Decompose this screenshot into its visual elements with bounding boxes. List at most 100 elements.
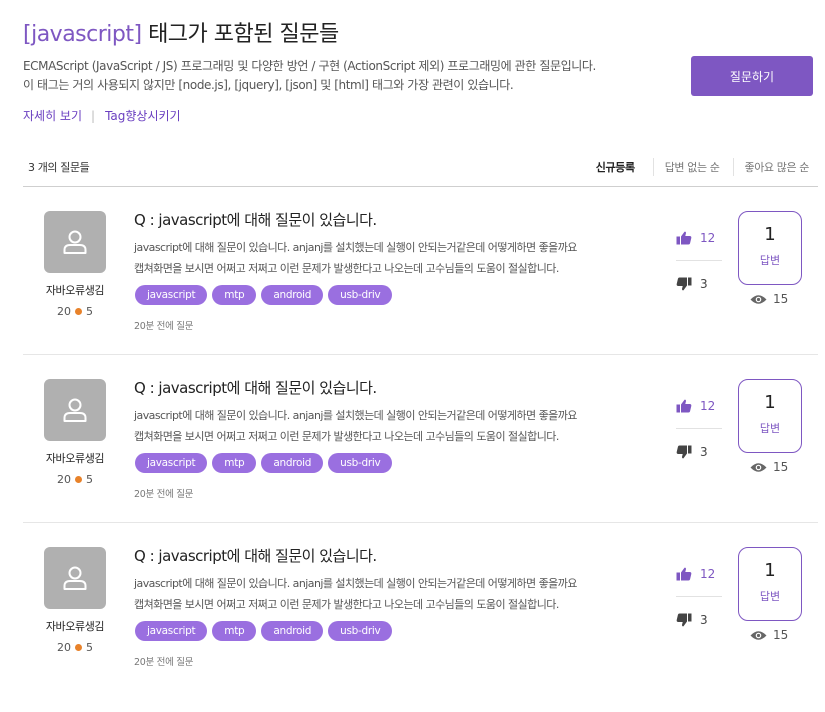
tag-chip[interactable]: javascript <box>135 621 208 641</box>
dislike-button[interactable]: 3 <box>676 609 722 631</box>
like-button[interactable]: 12 <box>676 563 722 585</box>
reputation-dot-icon <box>75 308 82 315</box>
view-details-link[interactable]: 자세히 보기 <box>23 107 82 124</box>
dislike-count: 3 <box>700 277 708 291</box>
question-excerpt: javascript에 대해 질문이 있습니다. anjanj를 설치했는데 실… <box>134 237 577 279</box>
reputation-badge-count: 5 <box>86 641 93 654</box>
page-title-text: 태그가 포함된 질문들 <box>141 22 339 47</box>
question-title[interactable]: Q : javascript에 대해 질문이 있습니다. <box>134 545 377 566</box>
vote-panel: 12 3 <box>676 395 722 463</box>
reputation-badge-count: 5 <box>86 305 93 318</box>
reputation-badge-count: 5 <box>86 473 93 486</box>
ask-question-button[interactable]: 질문하기 <box>691 56 813 96</box>
like-count: 12 <box>700 231 716 245</box>
vote-divider <box>676 260 722 261</box>
thumbs-up-icon <box>676 231 692 245</box>
answer-label: 답변 <box>759 590 781 603</box>
tag-list: javascript mtp android usb-driv <box>135 285 393 305</box>
dislike-button[interactable]: 3 <box>676 273 722 295</box>
author-name[interactable]: 자바오류생김 <box>23 450 127 466</box>
reputation-score: 20 <box>57 473 71 486</box>
dislike-count: 3 <box>700 613 708 627</box>
question-count: 3 개의 질문들 <box>28 161 90 174</box>
tag-chip[interactable]: android <box>261 621 324 641</box>
tag-chip[interactable]: usb-driv <box>328 285 393 305</box>
tag-name: [javascript] <box>23 22 142 47</box>
like-button[interactable]: 12 <box>676 395 722 417</box>
tag-chip[interactable]: javascript <box>135 285 208 305</box>
avatar[interactable] <box>44 379 106 441</box>
vote-divider <box>676 596 722 597</box>
reputation-dot-icon <box>75 476 82 483</box>
link-separator: | <box>91 108 96 123</box>
view-count-value: 15 <box>773 628 789 642</box>
tag-list: javascript mtp android usb-driv <box>135 621 393 641</box>
avatar[interactable] <box>44 211 106 273</box>
tag-chip[interactable]: mtp <box>212 453 257 473</box>
question-time: 20분 전에 질문 <box>134 657 194 668</box>
question-item: 자바오류생김 20 5 Q : javascript에 대해 질문이 있습니다. … <box>23 523 818 691</box>
question-title[interactable]: Q : javascript에 대해 질문이 있습니다. <box>134 209 377 230</box>
eye-icon <box>750 462 767 472</box>
view-count: 15 <box>750 460 788 474</box>
answer-label: 답변 <box>759 254 781 267</box>
vote-divider <box>676 428 722 429</box>
dislike-button[interactable]: 3 <box>676 441 722 463</box>
reputation-dot-icon <box>75 644 82 651</box>
avatar[interactable] <box>44 547 106 609</box>
answer-count-box[interactable]: 1 답변 <box>738 211 802 285</box>
view-count-value: 15 <box>773 292 789 306</box>
answer-label: 답변 <box>759 422 781 435</box>
like-button[interactable]: 12 <box>676 227 722 249</box>
question-title[interactable]: Q : javascript에 대해 질문이 있습니다. <box>134 377 377 398</box>
user-icon <box>63 398 87 422</box>
question-excerpt-line-2: 캡쳐화면을 보시면 어쩌고 저쩌고 이런 문제가 발생한다고 나오는데 고수님들… <box>134 430 559 443</box>
eye-icon <box>750 294 767 304</box>
sort-unanswered[interactable]: 답변 없는 순 <box>665 159 720 175</box>
thumbs-up-icon <box>676 399 692 413</box>
vote-panel: 12 3 <box>676 563 722 631</box>
question-time: 20분 전에 질문 <box>134 489 194 500</box>
question-excerpt-line-1: javascript에 대해 질문이 있습니다. anjanj를 설치했는데 실… <box>134 409 577 422</box>
like-count: 12 <box>700 399 716 413</box>
answer-count: 1 <box>764 392 776 413</box>
answer-count-box[interactable]: 1 답변 <box>738 379 802 453</box>
question-excerpt: javascript에 대해 질문이 있습니다. anjanj를 설치했는데 실… <box>134 573 577 615</box>
view-count: 15 <box>750 628 788 642</box>
tag-chip[interactable]: android <box>261 285 324 305</box>
improve-tag-link[interactable]: Tag향상시키기 <box>105 107 181 124</box>
reputation-score: 20 <box>57 641 71 654</box>
sort-newest[interactable]: 신규등록 <box>596 159 635 175</box>
author-name[interactable]: 자바오류생김 <box>23 282 127 298</box>
sort-most-liked[interactable]: 좋아요 많은 순 <box>744 159 809 175</box>
thumbs-down-icon <box>676 613 692 627</box>
question-item: 자바오류생김 20 5 Q : javascript에 대해 질문이 있습니다. … <box>23 187 818 355</box>
tag-chip[interactable]: android <box>261 453 324 473</box>
sort-divider <box>733 158 735 176</box>
tag-chip[interactable]: mtp <box>212 285 257 305</box>
reputation: 20 5 <box>23 641 127 654</box>
tag-description: ECMAScript (JavaScript / JS) 프로그래밍 및 다양한… <box>23 57 596 95</box>
thumbs-up-icon <box>676 567 692 581</box>
like-count: 12 <box>700 567 716 581</box>
answer-count: 1 <box>764 560 776 581</box>
dislike-count: 3 <box>700 445 708 459</box>
tag-chip[interactable]: usb-driv <box>328 621 393 641</box>
author-name[interactable]: 자바오류생김 <box>23 618 127 634</box>
view-count: 15 <box>750 292 788 306</box>
view-count-value: 15 <box>773 460 789 474</box>
reputation: 20 5 <box>23 473 127 486</box>
question-excerpt: javascript에 대해 질문이 있습니다. anjanj를 설치했는데 실… <box>134 405 577 447</box>
answer-count-box[interactable]: 1 답변 <box>738 547 802 621</box>
tag-chip[interactable]: mtp <box>212 621 257 641</box>
question-time: 20분 전에 질문 <box>134 321 194 332</box>
question-excerpt-line-1: javascript에 대해 질문이 있습니다. anjanj를 설치했는데 실… <box>134 241 577 254</box>
answer-count: 1 <box>764 224 776 245</box>
tag-chip[interactable]: javascript <box>135 453 208 473</box>
user-icon <box>63 566 87 590</box>
tag-chip[interactable]: usb-driv <box>328 453 393 473</box>
vote-panel: 12 3 <box>676 227 722 295</box>
reputation-score: 20 <box>57 305 71 318</box>
question-excerpt-line-1: javascript에 대해 질문이 있습니다. anjanj를 설치했는데 실… <box>134 577 577 590</box>
question-excerpt-line-2: 캡쳐화면을 보시면 어쩌고 저쩌고 이런 문제가 발생한다고 나오는데 고수님들… <box>134 262 559 275</box>
